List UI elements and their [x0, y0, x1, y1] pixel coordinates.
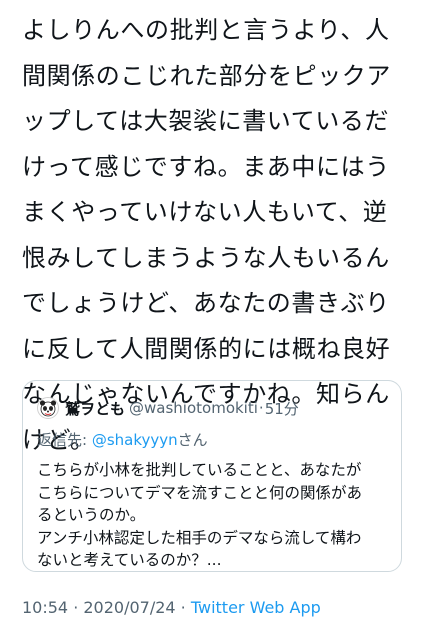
quoted-tweet-header: 鷲ヲとも @washiotomokiti · 51分 — [37, 395, 299, 421]
quoted-tweet-text-line: こちらについてデマを流すことと何の関係があ — [37, 483, 363, 502]
tweet-metadata: 10:54 · 2020/07/24 · Twitter Web App — [22, 598, 321, 617]
reply-to-handle[interactable]: @shakyyyn — [92, 431, 178, 449]
reply-to-prefix: 返信先: — [37, 431, 92, 449]
quoted-author-name[interactable]: 鷲ヲとも — [65, 398, 125, 419]
tweet-time[interactable]: 10:54 — [22, 598, 68, 617]
quoted-tweet-card[interactable]: 鷲ヲとも @washiotomokiti · 51分 返信先: @shakyyy… — [22, 380, 402, 572]
quoted-author-handle[interactable]: @washiotomokiti — [129, 399, 258, 417]
separator-dot: · — [258, 399, 264, 417]
quoted-tweet-text-line: アンチ小林認定した相手のデマなら流して構わ — [37, 528, 362, 547]
tweet-text-line: 恨みしてしまうような人もいるん — [22, 243, 390, 272]
separator-dot: · — [175, 598, 191, 617]
quoted-tweet-text-line: こちらが小林を批判していることと、あなたが — [37, 461, 362, 479]
reply-to-line: 返信先: @shakyyynさん — [37, 429, 208, 450]
panda-avatar-icon[interactable] — [37, 397, 59, 419]
quoted-tweet-text-line: るというのか。 — [37, 506, 146, 524]
quoted-tweet-text: こちらが小林を批判していることと、あなたが こちらについてデマを流すことと何の関… — [37, 459, 397, 571]
separator-dot: · — [68, 598, 84, 617]
tweet-text-line: けって感じですね。まあ中にはう — [22, 152, 390, 181]
tweet-text-line: まくやっていけない人もいて、逆 — [22, 198, 388, 226]
tweet-text-line: でしょうけど、あなたの書きぶり — [22, 289, 390, 317]
tweet-date[interactable]: 2020/07/24 — [83, 598, 175, 617]
quoted-tweet-time[interactable]: 51分 — [265, 398, 299, 419]
tweet-source-link[interactable]: Twitter Web App — [191, 598, 321, 617]
reply-to-suffix: さん — [177, 431, 208, 449]
tweet-text-line: に反して人間関係的には概ね良好 — [22, 334, 391, 363]
tweet-text-line: ップしては大袈裟に書いているだ — [22, 107, 390, 135]
quoted-tweet-text-line: ないと考えているのか？... — [37, 551, 222, 569]
tweet-text-line: 間関係のこじれた部分をピックア — [22, 61, 391, 90]
tweet-text-line: よしりんへの批判と言うより、人 — [22, 16, 390, 44]
